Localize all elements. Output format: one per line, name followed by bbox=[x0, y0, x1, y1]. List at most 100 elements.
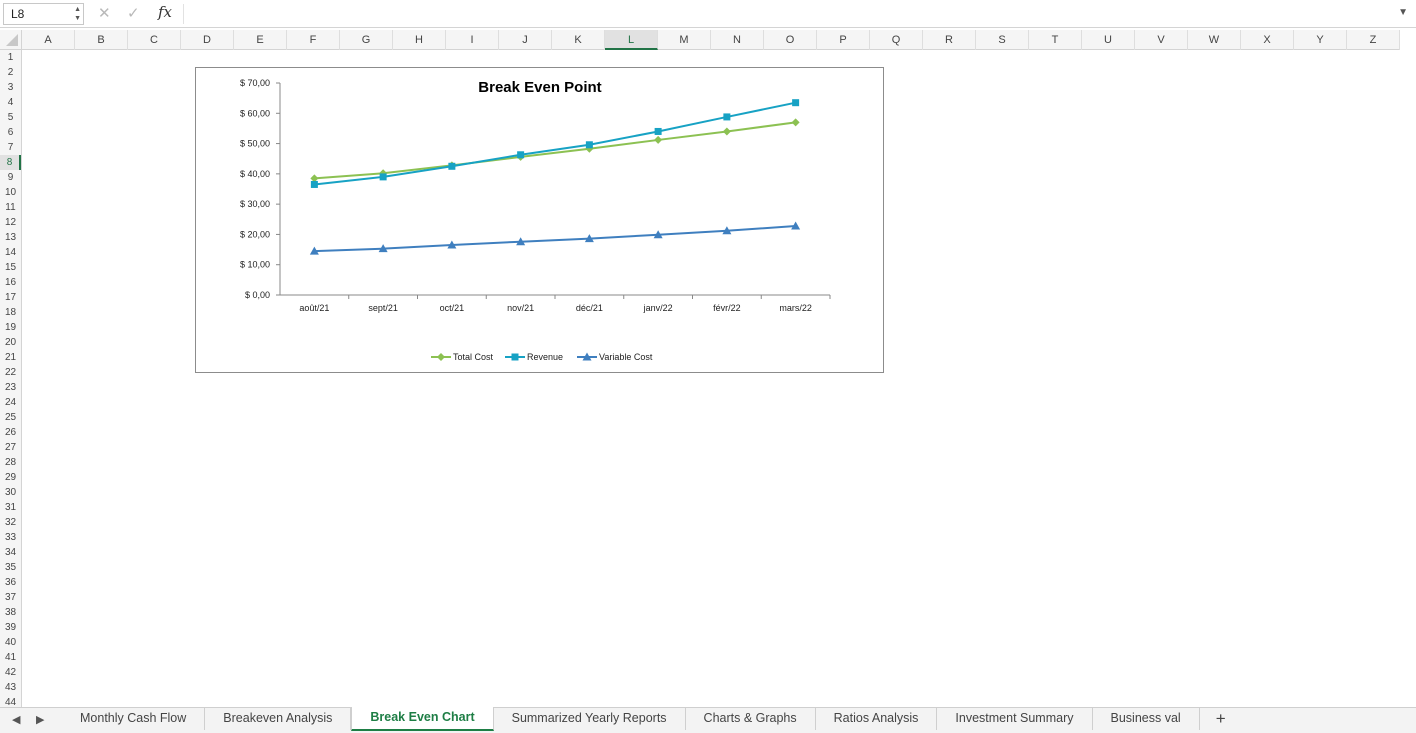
column-header-l[interactable]: L bbox=[605, 30, 658, 50]
row-header-9[interactable]: 9 bbox=[0, 170, 21, 185]
column-headers: ABCDEFGHIJKLMNOPQRSTUVWXYZ bbox=[22, 30, 1400, 50]
row-header-28[interactable]: 28 bbox=[0, 455, 21, 470]
row-header-2[interactable]: 2 bbox=[0, 65, 21, 80]
row-header-41[interactable]: 41 bbox=[0, 650, 21, 665]
add-sheet-icon[interactable]: + bbox=[1210, 708, 1232, 733]
sheet-tab-charts-graphs[interactable]: Charts & Graphs bbox=[686, 708, 816, 730]
next-sheet-icon[interactable]: ▶ bbox=[36, 713, 44, 726]
y-tick-label: $ 70,00 bbox=[240, 78, 270, 88]
column-header-e[interactable]: E bbox=[234, 30, 287, 50]
row-header-43[interactable]: 43 bbox=[0, 680, 21, 695]
row-header-27[interactable]: 27 bbox=[0, 440, 21, 455]
formula-input[interactable] bbox=[186, 3, 1396, 25]
row-header-32[interactable]: 32 bbox=[0, 515, 21, 530]
data-point-revenue bbox=[585, 141, 593, 149]
row-header-38[interactable]: 38 bbox=[0, 605, 21, 620]
row-header-35[interactable]: 35 bbox=[0, 560, 21, 575]
row-header-29[interactable]: 29 bbox=[0, 470, 21, 485]
column-header-q[interactable]: Q bbox=[870, 30, 923, 50]
column-header-v[interactable]: V bbox=[1135, 30, 1188, 50]
select-all-button[interactable] bbox=[0, 30, 22, 50]
column-header-j[interactable]: J bbox=[499, 30, 552, 50]
enter-icon[interactable]: ✓ bbox=[127, 4, 140, 22]
row-header-20[interactable]: 20 bbox=[0, 335, 21, 350]
row-header-10[interactable]: 10 bbox=[0, 185, 21, 200]
row-header-12[interactable]: 12 bbox=[0, 215, 21, 230]
row-header-37[interactable]: 37 bbox=[0, 590, 21, 605]
column-header-r[interactable]: R bbox=[923, 30, 976, 50]
column-header-n[interactable]: N bbox=[711, 30, 764, 50]
row-header-25[interactable]: 25 bbox=[0, 410, 21, 425]
data-point-revenue bbox=[448, 162, 456, 170]
sheet-tab-break-even-chart[interactable]: Break Even Chart bbox=[351, 707, 494, 731]
column-header-p[interactable]: P bbox=[817, 30, 870, 50]
row-header-16[interactable]: 16 bbox=[0, 275, 21, 290]
column-header-d[interactable]: D bbox=[181, 30, 234, 50]
sheet-tab-investment-summary[interactable]: Investment Summary bbox=[937, 708, 1093, 730]
column-header-f[interactable]: F bbox=[287, 30, 340, 50]
row-header-1[interactable]: 1 bbox=[0, 50, 21, 65]
row-header-23[interactable]: 23 bbox=[0, 380, 21, 395]
column-header-b[interactable]: B bbox=[75, 30, 128, 50]
sheet-tab-summarized-yearly-reports[interactable]: Summarized Yearly Reports bbox=[494, 708, 686, 730]
data-point-total-cost bbox=[654, 135, 663, 144]
row-header-4[interactable]: 4 bbox=[0, 95, 21, 110]
sheet-tab-breakeven-analysis[interactable]: Breakeven Analysis bbox=[205, 708, 352, 730]
cancel-icon[interactable]: ✕ bbox=[98, 4, 111, 22]
column-header-a[interactable]: A bbox=[22, 30, 75, 50]
column-header-o[interactable]: O bbox=[764, 30, 817, 50]
sheet-tab-monthly-cash-flow[interactable]: Monthly Cash Flow bbox=[62, 708, 206, 730]
expand-formula-bar-icon[interactable]: ▼ bbox=[1398, 7, 1408, 18]
data-point-revenue bbox=[792, 99, 800, 107]
row-header-39[interactable]: 39 bbox=[0, 620, 21, 635]
row-header-33[interactable]: 33 bbox=[0, 530, 21, 545]
column-header-s[interactable]: S bbox=[976, 30, 1029, 50]
row-header-8[interactable]: 8 bbox=[0, 155, 21, 170]
row-header-36[interactable]: 36 bbox=[0, 575, 21, 590]
row-header-40[interactable]: 40 bbox=[0, 635, 21, 650]
row-header-5[interactable]: 5 bbox=[0, 110, 21, 125]
name-box[interactable]: L8 ▲ ▼ bbox=[3, 3, 84, 25]
column-header-m[interactable]: M bbox=[658, 30, 711, 50]
column-header-k[interactable]: K bbox=[552, 30, 605, 50]
column-header-z[interactable]: Z bbox=[1347, 30, 1400, 50]
y-tick-label: $ 0,00 bbox=[245, 290, 270, 300]
column-header-u[interactable]: U bbox=[1082, 30, 1135, 50]
row-header-17[interactable]: 17 bbox=[0, 290, 21, 305]
row-header-19[interactable]: 19 bbox=[0, 320, 21, 335]
row-header-21[interactable]: 21 bbox=[0, 350, 21, 365]
formula-bar-divider bbox=[183, 4, 184, 24]
row-header-24[interactable]: 24 bbox=[0, 395, 21, 410]
break-even-chart[interactable]: Break Even Point $ 0,00 $ 10,00 $ 20,00 $ 30… bbox=[195, 67, 884, 373]
name-box-stepper-icon[interactable]: ▲ ▼ bbox=[74, 5, 81, 23]
row-header-13[interactable]: 13 bbox=[0, 230, 21, 245]
column-header-w[interactable]: W bbox=[1188, 30, 1241, 50]
row-header-3[interactable]: 3 bbox=[0, 80, 21, 95]
column-header-i[interactable]: I bbox=[446, 30, 499, 50]
y-tick-label: $ 20,00 bbox=[240, 229, 270, 239]
row-header-6[interactable]: 6 bbox=[0, 125, 21, 140]
row-header-30[interactable]: 30 bbox=[0, 485, 21, 500]
column-header-x[interactable]: X bbox=[1241, 30, 1294, 50]
column-header-h[interactable]: H bbox=[393, 30, 446, 50]
data-point-total-cost bbox=[791, 118, 800, 127]
row-header-26[interactable]: 26 bbox=[0, 425, 21, 440]
row-header-34[interactable]: 34 bbox=[0, 545, 21, 560]
sheet-tab-business-val[interactable]: Business val bbox=[1093, 708, 1200, 730]
column-header-y[interactable]: Y bbox=[1294, 30, 1347, 50]
row-header-42[interactable]: 42 bbox=[0, 665, 21, 680]
column-header-t[interactable]: T bbox=[1029, 30, 1082, 50]
column-header-g[interactable]: G bbox=[340, 30, 393, 50]
sheet-tab-ratios-analysis[interactable]: Ratios Analysis bbox=[816, 708, 938, 730]
row-header-14[interactable]: 14 bbox=[0, 245, 21, 260]
row-header-22[interactable]: 22 bbox=[0, 365, 21, 380]
row-header-18[interactable]: 18 bbox=[0, 305, 21, 320]
column-header-c[interactable]: C bbox=[128, 30, 181, 50]
y-tick-label: $ 60,00 bbox=[240, 108, 270, 118]
insert-function-icon[interactable]: fx bbox=[158, 3, 172, 21]
row-header-11[interactable]: 11 bbox=[0, 200, 21, 215]
row-header-31[interactable]: 31 bbox=[0, 500, 21, 515]
row-header-15[interactable]: 15 bbox=[0, 260, 21, 275]
row-header-7[interactable]: 7 bbox=[0, 140, 21, 155]
previous-sheet-icon[interactable]: ◀ bbox=[12, 713, 20, 726]
